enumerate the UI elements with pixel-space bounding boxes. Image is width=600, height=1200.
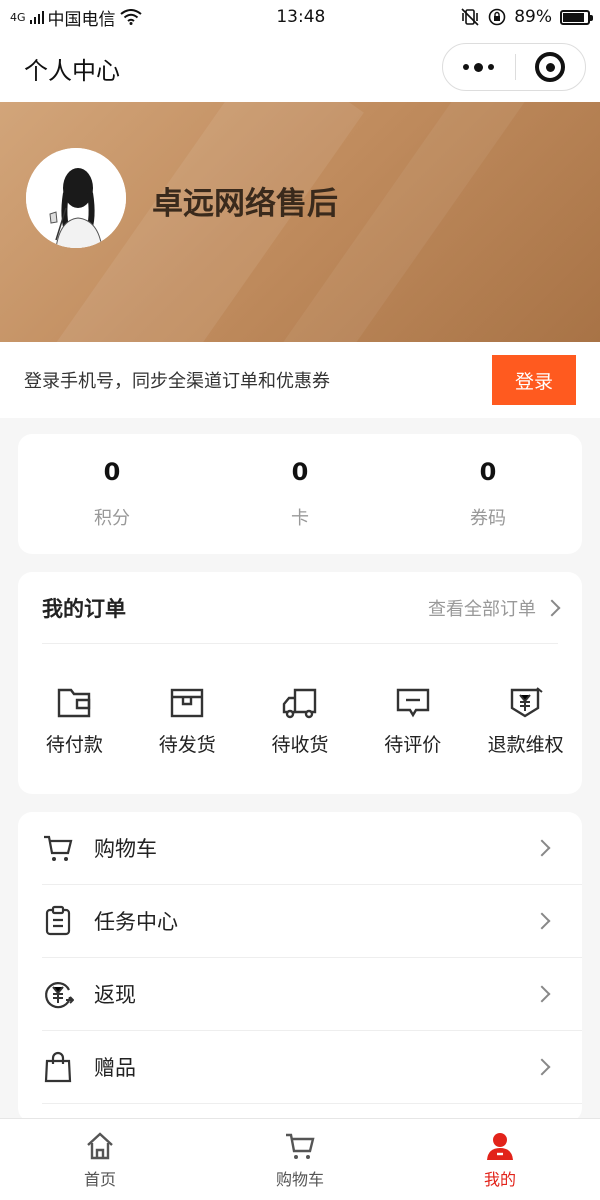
miniprogram-capsule xyxy=(442,43,586,91)
more-dot-icon xyxy=(488,64,495,70)
more-dot-icon xyxy=(474,62,484,72)
menu-item-cashback[interactable]: 返现 xyxy=(42,958,582,1031)
stat-cards[interactable]: 0 卡 xyxy=(206,458,394,530)
menu-item-gifts[interactable]: 赠品 xyxy=(42,1031,582,1104)
menu-item-task-center[interactable]: 任务中心 xyxy=(42,885,582,958)
nav-bar: 个人中心 xyxy=(0,34,600,102)
order-status-label: 待评价 xyxy=(384,734,442,756)
menu-item-label: 购物车 xyxy=(94,837,157,861)
tab-mine[interactable]: 我的 xyxy=(400,1119,600,1200)
tab-cart[interactable]: 购物车 xyxy=(200,1119,400,1200)
login-prompt: 登录手机号，同步全渠道订单和优惠券 登录 xyxy=(0,342,600,418)
order-pending-payment[interactable]: 待付款 xyxy=(18,686,131,757)
order-status-label: 待发货 xyxy=(158,734,216,756)
order-pending-receipt[interactable]: 待收货 xyxy=(244,686,357,757)
menu-item-cart[interactable]: 购物车 xyxy=(42,812,582,885)
order-status-label: 待付款 xyxy=(45,734,103,756)
menu-item-label: 任务中心 xyxy=(94,910,178,934)
avatar-illustration-icon xyxy=(26,148,126,248)
login-button[interactable]: 登录 xyxy=(492,355,576,405)
user-icon xyxy=(487,1132,513,1160)
login-tip: 登录手机号，同步全渠道订单和优惠券 xyxy=(24,371,330,392)
cashback-icon xyxy=(45,982,74,1009)
stat-label: 券码 xyxy=(470,508,506,529)
order-status-list: 待付款 待发货 待收货 待评价 退款维权 xyxy=(18,644,582,757)
menu-card: 购物车 任务中心 返现 赠品 xyxy=(18,812,582,1122)
target-icon xyxy=(535,52,566,82)
stat-value: 0 xyxy=(479,458,497,486)
rotation-lock-icon xyxy=(488,8,506,26)
orders-header: 我的订单 查看全部订单 xyxy=(42,572,561,644)
menu-item-label: 返现 xyxy=(94,983,136,1007)
tab-label: 购物车 xyxy=(275,1169,324,1189)
gift-bag-icon xyxy=(44,1051,72,1083)
battery-percent: 89% xyxy=(514,7,552,27)
home-icon xyxy=(87,1131,113,1159)
clipboard-icon xyxy=(45,905,71,936)
package-icon xyxy=(170,688,204,718)
stat-value: 0 xyxy=(291,458,309,486)
vibrate-icon xyxy=(461,8,479,26)
carrier: 中国电信 xyxy=(47,9,116,30)
more-dot-icon xyxy=(463,64,470,70)
cart-icon xyxy=(44,835,73,861)
stat-label: 卡 xyxy=(291,508,309,529)
stat-points[interactable]: 0 积分 xyxy=(18,458,206,530)
profile-banner: 卓远网络售后 xyxy=(0,102,600,342)
order-status-label: 退款维权 xyxy=(487,734,564,756)
view-all-label: 查看全部订单 xyxy=(428,598,536,620)
close-button[interactable] xyxy=(516,44,586,90)
tab-label: 我的 xyxy=(483,1169,516,1189)
chevron-right-icon xyxy=(533,1058,551,1076)
avatar[interactable] xyxy=(26,148,126,248)
orders-title: 我的订单 xyxy=(42,596,126,621)
order-refund[interactable]: 退款维权 xyxy=(469,686,582,757)
chevron-right-icon xyxy=(533,985,551,1003)
tab-home[interactable]: 首页 xyxy=(0,1119,200,1200)
refund-icon xyxy=(510,687,543,718)
order-pending-shipment[interactable]: 待发货 xyxy=(131,686,244,757)
comment-icon xyxy=(396,688,429,718)
view-all-orders-link[interactable]: 查看全部订单 xyxy=(428,595,561,621)
order-pending-review[interactable]: 待评价 xyxy=(356,686,469,757)
menu-item-label: 赠品 xyxy=(94,1056,136,1080)
tab-label: 首页 xyxy=(83,1169,116,1189)
chevron-right-icon xyxy=(533,839,551,857)
stat-label: 积分 xyxy=(94,508,130,529)
cart-icon xyxy=(286,1133,315,1159)
order-status-label: 待收货 xyxy=(271,734,329,756)
network-type: 4G xyxy=(10,10,26,24)
stat-value: 0 xyxy=(103,458,121,486)
signal-icon xyxy=(29,11,44,24)
stats-card: 0 积分 0 卡 0 券码 xyxy=(18,434,582,554)
chevron-right-icon xyxy=(533,912,551,930)
chevron-right-icon xyxy=(543,599,561,616)
wallet-icon xyxy=(58,688,91,718)
status-bar: 4G 中国电信 13:48 89% xyxy=(0,0,600,34)
page-title: 个人中心 xyxy=(24,56,120,85)
tab-bar: 首页 购物车 我的 xyxy=(0,1118,600,1200)
wifi-icon xyxy=(119,9,142,25)
orders-card: 我的订单 查看全部订单 待付款 待发货 待收货 待评价 退款维权 xyxy=(18,572,582,794)
more-button[interactable] xyxy=(443,44,515,90)
clock: 13:48 xyxy=(276,7,326,27)
stat-coupons[interactable]: 0 券码 xyxy=(394,458,582,530)
shop-name: 卓远网络售后 xyxy=(152,186,338,222)
truck-icon xyxy=(282,688,317,719)
battery-icon xyxy=(559,9,593,25)
